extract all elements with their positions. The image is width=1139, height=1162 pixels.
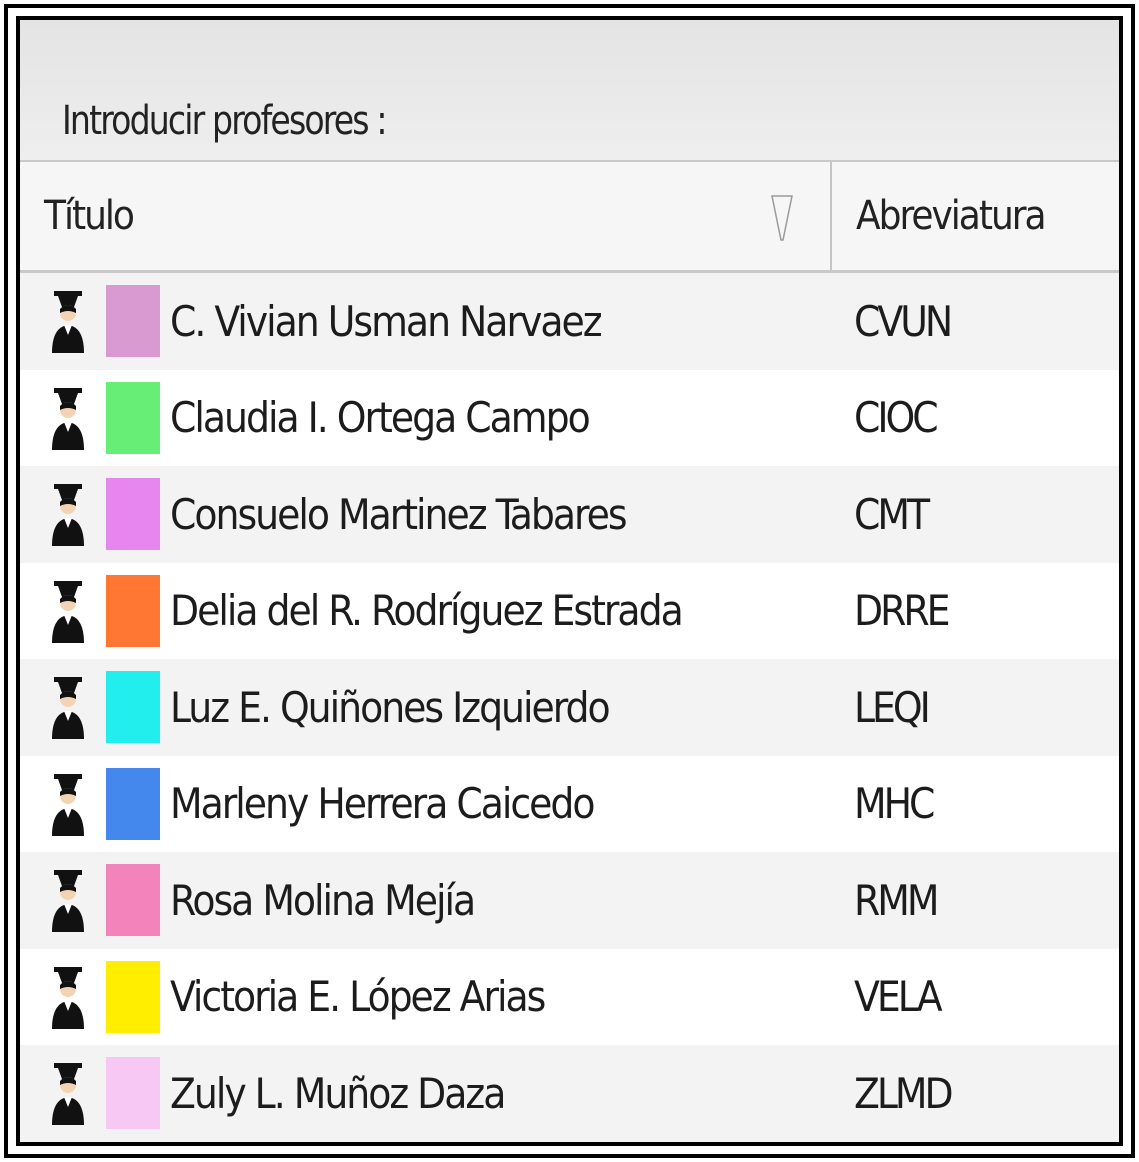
sort-indicator-icon[interactable] [770,192,794,244]
color-swatch[interactable] [106,381,160,454]
teacher-icon [50,773,86,836]
prompt-label: Introducir profesores : [62,98,387,144]
column-header-abbreviation[interactable]: Abreviatura [830,162,1100,270]
teacher-name: Consuelo Martinez Tabares [170,489,628,539]
teacher-icon [50,1063,86,1125]
teacher-name: Luz E. Quiñones Izquierdo [170,682,611,732]
color-swatch[interactable] [106,285,160,357]
teacher-name: Zuly L. Muñoz Daza [170,1068,506,1118]
column-header-title[interactable]: Título [44,162,824,270]
teacher-icon [50,580,86,643]
teacher-icon [50,870,86,932]
column-header-abbreviation-label: Abreviatura [856,193,1047,239]
color-swatch[interactable] [106,671,160,743]
outer-frame: Introducir profesores : Título Abreviatu… [4,4,1135,1158]
table-row[interactable]: Marleny Herrera Caicedo MHC [20,755,1119,852]
column-header-title-label: Título [44,193,135,239]
teacher-abbreviation: VELA [854,972,943,1021]
color-swatch[interactable] [106,960,160,1033]
table-row[interactable]: Delia del R. Rodríguez Estrada DRRE [20,562,1119,659]
teacher-abbreviation: CMT [854,489,930,539]
teacher-abbreviation: MHC [854,779,935,828]
teachers-panel: Introducir profesores : Título Abreviatu… [16,16,1123,1146]
teacher-icon [50,484,86,546]
table-row[interactable]: Claudia I. Ortega Campo CIOC [20,369,1119,466]
color-swatch[interactable] [106,574,160,647]
teacher-icon [50,966,86,1029]
table-row[interactable]: Luz E. Quiñones Izquierdo LEQI [20,659,1119,756]
table-row[interactable]: Victoria E. López Arias VELA [20,948,1119,1045]
teacher-abbreviation: RMM [854,875,939,925]
table-row[interactable]: Zuly L. Muñoz Daza ZLMD [20,1045,1119,1142]
teacher-icon [50,387,86,450]
teacher-icon [50,677,86,739]
teacher-abbreviation: ZLMD [854,1068,954,1118]
color-swatch[interactable] [106,767,160,840]
color-swatch[interactable] [106,478,160,550]
teacher-abbreviation: CVUN [854,296,953,346]
panel-header: Introducir profesores : [20,20,1119,160]
teacher-abbreviation: LEQI [854,682,931,732]
teacher-name: Rosa Molina Mejía [170,875,476,925]
table-header: Título Abreviatura [20,162,1119,273]
table-body: C. Vivian Usman Narvaez CVUN Claudia I. Or… [20,273,1119,1142]
teacher-name: Claudia I. Ortega Campo [170,393,591,442]
teacher-icon [50,291,86,353]
teacher-abbreviation: DRRE [854,586,951,635]
table-row[interactable]: Consuelo Martinez Tabares CMT [20,466,1119,563]
table-row[interactable]: C. Vivian Usman Narvaez CVUN [20,273,1119,370]
table-row[interactable]: Rosa Molina Mejía RMM [20,852,1119,949]
teacher-name: Victoria E. López Arias [170,972,546,1021]
teacher-name: C. Vivian Usman Narvaez [170,296,603,346]
teacher-name: Marleny Herrera Caicedo [170,779,596,828]
color-swatch[interactable] [106,1057,160,1129]
teacher-name: Delia del R. Rodríguez Estrada [170,586,684,635]
teachers-table: Título Abreviatura C. Vivian Usman Narva… [20,160,1119,1142]
teacher-abbreviation: CIOC [854,393,939,442]
color-swatch[interactable] [106,864,160,936]
